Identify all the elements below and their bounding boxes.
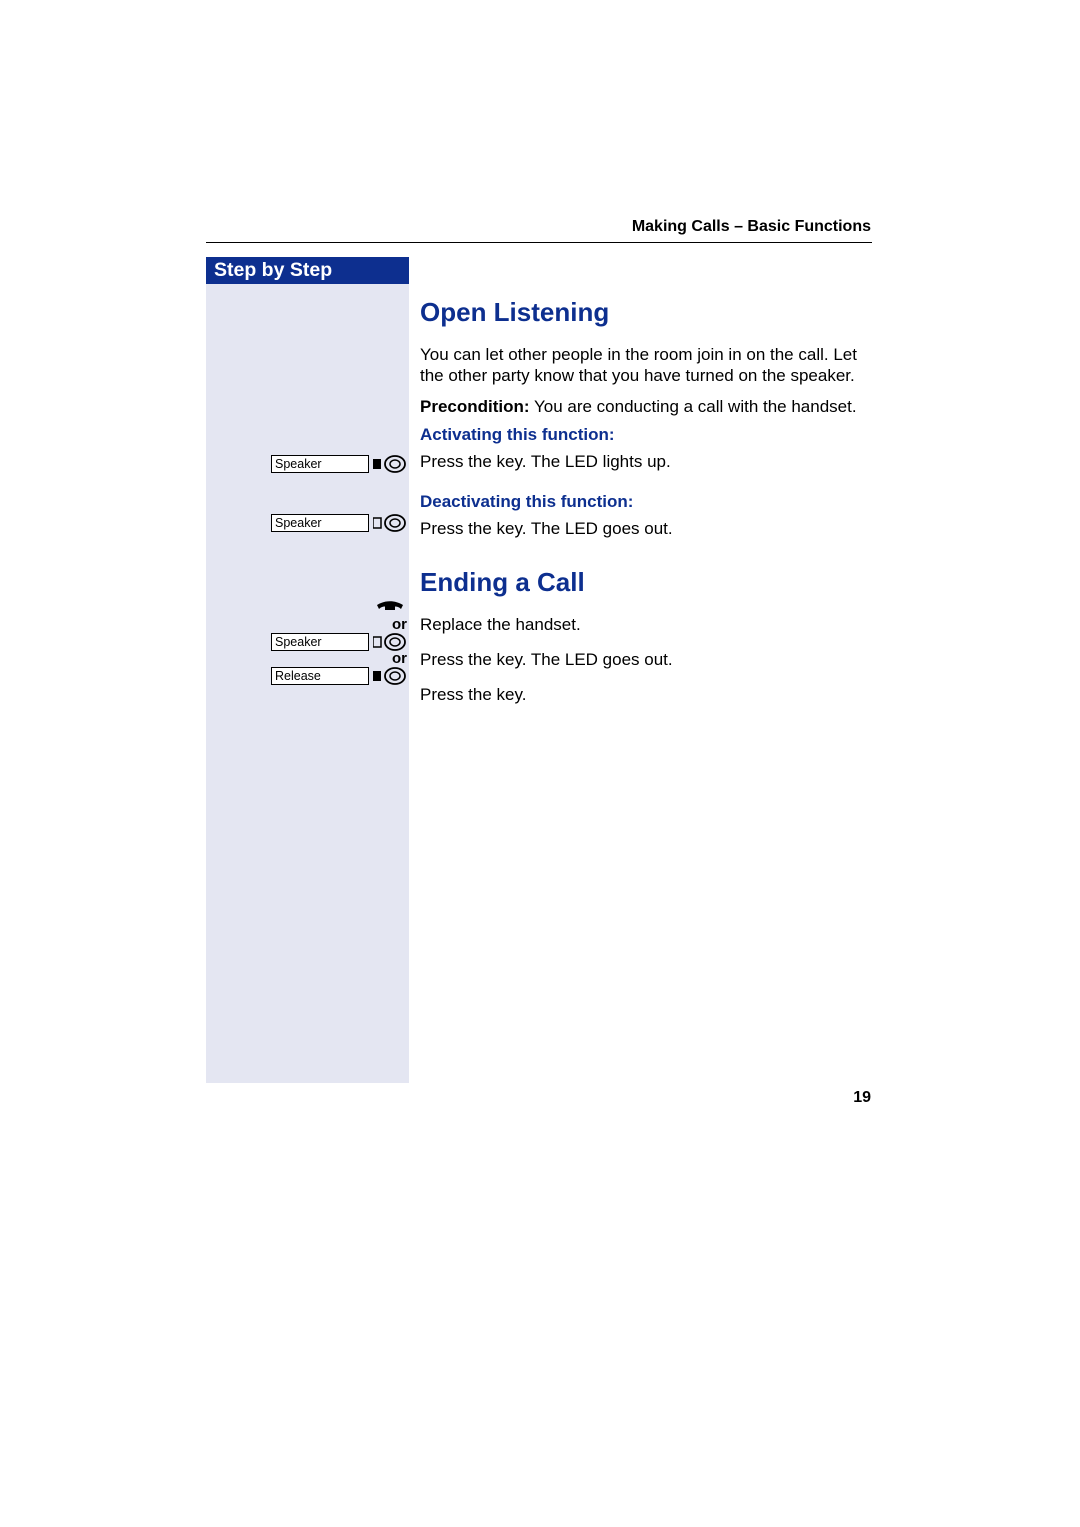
step-speaker-end: Speaker [204, 633, 407, 651]
led-on-icon [373, 667, 407, 685]
or-label-1: or [204, 616, 407, 632]
text-deactivating: Press the key. The LED goes out. [420, 518, 872, 539]
header-section-title: Making Calls – Basic Functions [632, 218, 871, 236]
key-label-speaker: Speaker [271, 514, 369, 532]
page-number: 19 [853, 1089, 871, 1107]
step-speaker-on: Speaker [204, 455, 407, 473]
led-off-icon [373, 514, 407, 532]
text-end-step2: Press the key. The LED goes out. [420, 649, 872, 670]
page: Making Calls – Basic Functions Step by S… [0, 0, 1080, 1527]
sidebar-title: Step by Step [206, 257, 409, 284]
key-label-release: Release [271, 667, 369, 685]
step-release: Release [204, 667, 407, 685]
handset-icon [375, 601, 407, 617]
text-end-step1: Replace the handset. [420, 614, 872, 635]
text-activating: Press the key. The LED lights up. [420, 451, 872, 472]
heading-ending-call: Ending a Call [420, 567, 872, 598]
subheading-deactivating: Deactivating this function: [420, 492, 872, 512]
precondition-label: Precondition: [420, 397, 530, 416]
main-content: Open Listening You can let other people … [420, 257, 872, 705]
text-end-step3: Press the key. [420, 684, 872, 705]
para-precondition: Precondition: You are conducting a call … [420, 396, 872, 417]
key-label-speaker: Speaker [271, 455, 369, 473]
horizontal-rule [206, 242, 872, 243]
para-intro: You can let other people in the room joi… [420, 344, 872, 386]
led-off-icon [373, 633, 407, 651]
subheading-activating: Activating this function: [420, 425, 872, 445]
or-label-2: or [204, 650, 407, 666]
led-on-icon [373, 455, 407, 473]
step-speaker-off: Speaker [204, 514, 407, 532]
key-label-speaker: Speaker [271, 633, 369, 651]
precondition-text: You are conducting a call with the hand­… [530, 397, 857, 416]
heading-open-listening: Open Listening [420, 297, 872, 328]
